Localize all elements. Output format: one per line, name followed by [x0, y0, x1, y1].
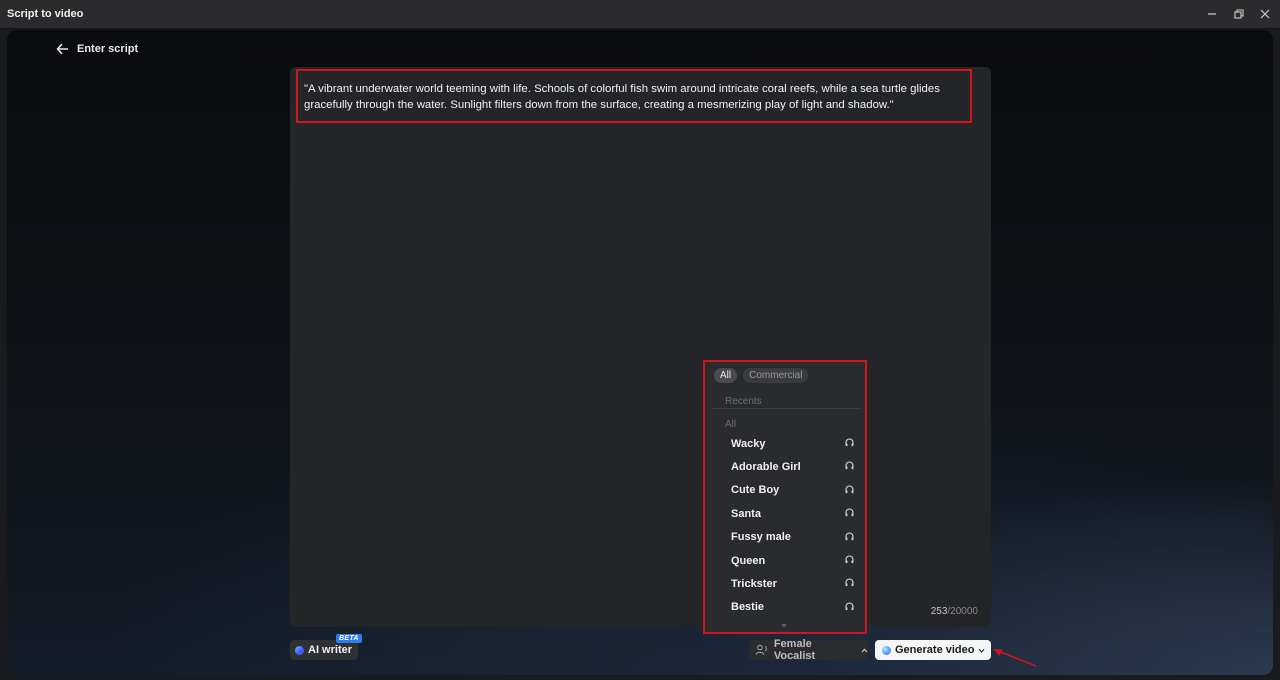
- generate-label: Generate video: [895, 644, 975, 656]
- chip-commercial[interactable]: Commercial: [743, 368, 809, 383]
- ai-writer-label: AI writer: [308, 644, 353, 656]
- divider: [711, 408, 861, 409]
- headphones-icon[interactable]: [845, 485, 854, 494]
- chip-all[interactable]: All: [714, 368, 738, 383]
- beta-badge: BETA: [336, 634, 362, 643]
- generate-video-button[interactable]: Generate video: [875, 640, 991, 660]
- voice-item-adorable-girl[interactable]: Adorable Girl: [705, 455, 865, 478]
- voice-name: Santa: [731, 507, 761, 520]
- back-label: Enter script: [77, 43, 139, 55]
- voice-selector-button[interactable]: Female Vocalist: [749, 638, 868, 662]
- headphones-icon[interactable]: [845, 555, 854, 564]
- generate-icon: [882, 645, 891, 655]
- restore-icon: [1234, 9, 1244, 19]
- headphones-icon[interactable]: [845, 438, 854, 447]
- char-count: 253: [930, 606, 948, 617]
- chevron-up-icon: [861, 647, 868, 652]
- close-icon: [1260, 9, 1270, 19]
- voice-list: Wacky Adorable Girl Cute Boy Santa Fussy…: [705, 432, 865, 619]
- vocalist-label: Female Vocalist: [773, 638, 816, 662]
- voice-item-wacky[interactable]: Wacky: [705, 432, 865, 455]
- voice-item-fussy-male[interactable]: Fussy male: [705, 526, 865, 549]
- ai-writer-icon: [295, 645, 304, 655]
- headphones-icon[interactable]: [845, 532, 854, 541]
- minimize-icon: [1208, 13, 1216, 15]
- script-text[interactable]: "A vibrant underwater world teeming with…: [296, 69, 972, 123]
- minimize-button[interactable]: [1199, 4, 1225, 24]
- voice-name: Bestie: [731, 601, 765, 614]
- voice-name: Cute Boy: [731, 484, 780, 497]
- headphones-icon[interactable]: [845, 461, 854, 470]
- scroll-down-icon[interactable]: [781, 624, 787, 628]
- voice-name: Trickster: [731, 578, 777, 591]
- title-bar: Script to video: [0, 0, 1280, 29]
- voice-item-queen[interactable]: Queen: [705, 549, 865, 572]
- close-button[interactable]: [1252, 4, 1278, 24]
- char-counter: 253/20000: [931, 606, 978, 617]
- voice-item-cute-boy[interactable]: Cute Boy: [705, 479, 865, 502]
- arrow-left-icon: [56, 43, 68, 55]
- voice-filter-chips: All Commercial: [714, 368, 809, 383]
- voice-item-trickster[interactable]: Trickster: [705, 572, 865, 595]
- voice-name: Adorable Girl: [731, 461, 801, 474]
- voice-dropdown-panel: All Commercial Recents All Wacky Adorabl…: [703, 360, 867, 634]
- main-stage: Enter script "A vibrant underwater world…: [7, 30, 1273, 675]
- voice-person-icon: [755, 644, 767, 656]
- voice-item-santa[interactable]: Santa: [705, 502, 865, 525]
- ai-writer-button[interactable]: AI writer: [290, 640, 358, 660]
- window-title: Script to video: [7, 8, 84, 20]
- restore-button[interactable]: [1226, 4, 1252, 24]
- voice-name: Fussy male: [731, 531, 791, 544]
- voice-item-bestie[interactable]: Bestie: [705, 596, 865, 619]
- char-max: /20000: [947, 606, 978, 617]
- headphones-icon[interactable]: [845, 578, 854, 587]
- script-editor[interactable]: "A vibrant underwater world teeming with…: [290, 67, 991, 627]
- chevron-down-icon[interactable]: [978, 648, 985, 653]
- all-section-label: All: [725, 419, 737, 430]
- voice-name: Wacky: [731, 437, 766, 450]
- headphones-icon[interactable]: [845, 602, 854, 611]
- back-button[interactable]: Enter script: [56, 41, 138, 57]
- voice-name: Queen: [731, 554, 766, 567]
- annotation-arrow-icon: [993, 649, 1037, 667]
- headphones-icon[interactable]: [845, 508, 854, 517]
- recents-label: Recents: [725, 396, 762, 407]
